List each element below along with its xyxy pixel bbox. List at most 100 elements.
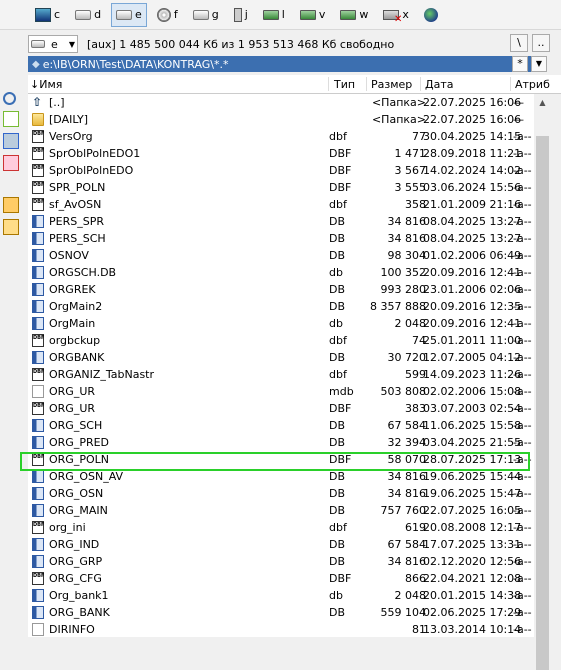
file-name: ORG_OSN bbox=[49, 487, 104, 500]
archive-icon[interactable] bbox=[3, 197, 19, 213]
file-row[interactable]: DBF orgbckup dbf 74 25.01.2011 11:00 -a-- bbox=[28, 332, 534, 349]
drive-letter: x bbox=[402, 8, 409, 21]
file-date: 13.03.2014 10:14 bbox=[423, 623, 522, 636]
file-type: db bbox=[329, 589, 343, 602]
file-row[interactable]: PERS_SPR DB 34 816 08.04.2025 13:27 -a-- bbox=[28, 213, 534, 230]
file-row[interactable]: ORG_GRP DB 34 816 02.12.2020 12:56 -a-- bbox=[28, 553, 534, 570]
file-row[interactable]: DBF SprOblPolnEDO DBF 3 567 14.02.2024 14:02… bbox=[28, 162, 534, 179]
file-row[interactable]: ORG_OSN DB 34 816 19.06.2025 15:47 -a-- bbox=[28, 485, 534, 502]
db-file-icon bbox=[32, 606, 44, 619]
parent-dir-button[interactable]: .. bbox=[532, 34, 550, 52]
file-row[interactable]: DBF ORGANIZ_TabNastr dbf 599 14.09.2023 11:2… bbox=[28, 366, 534, 383]
file-row[interactable]: ORG_MAIN DB 757 760 22.07.2025 16:05 -a-- bbox=[28, 502, 534, 519]
scrollbar-thumb[interactable] bbox=[536, 136, 549, 670]
file-row[interactable]: DBF VersOrg dbf 77 30.04.2025 14:15 -a-- bbox=[28, 128, 534, 145]
drive-button-v[interactable]: v bbox=[295, 3, 331, 27]
drive-button-d[interactable]: d bbox=[70, 3, 106, 27]
file-attr: -a-- bbox=[513, 317, 532, 330]
drive-letter: e bbox=[135, 8, 142, 21]
column-attr[interactable]: Атриб bbox=[515, 78, 550, 91]
drive-button-x[interactable]: x bbox=[378, 3, 414, 27]
drive-letter: v bbox=[318, 8, 326, 21]
file-row[interactable]: DBF ORG_CFG DBF 866 22.04.2021 12:08 -a-- bbox=[28, 570, 534, 587]
new-folder-icon[interactable] bbox=[3, 219, 19, 235]
file-row[interactable]: Org_bank1 db 2 048 20.01.2015 14:38 -a-- bbox=[28, 587, 534, 604]
file-attr: -a-- bbox=[513, 419, 532, 432]
file-type: DBF bbox=[329, 164, 352, 177]
dbf-file-icon: DBF bbox=[32, 147, 44, 160]
file-date: 03.04.2025 21:55 bbox=[423, 436, 522, 449]
hdd-icon bbox=[75, 9, 92, 20]
drive-button-network[interactable] bbox=[419, 3, 446, 27]
drive-button-c[interactable]: c bbox=[30, 3, 65, 27]
file-row[interactable]: ORG_BANK DB 559 104 02.06.2025 17:29 -a-- bbox=[28, 604, 534, 621]
column-date[interactable]: Дата bbox=[425, 78, 453, 91]
search-icon[interactable] bbox=[3, 92, 16, 105]
drive-button-l[interactable]: l bbox=[258, 3, 290, 27]
file-row[interactable]: PERS_SCH DB 34 816 08.04.2025 13:27 -a-- bbox=[28, 230, 534, 247]
drive-select[interactable]: e ▼ bbox=[28, 35, 78, 53]
file-row[interactable]: OrgMain2 DB 8 357 888 20.09.2016 12:35 -a-- bbox=[28, 298, 534, 315]
drive-button-w[interactable]: w bbox=[335, 3, 373, 27]
file-type: DBF bbox=[329, 572, 352, 585]
dbf-file-icon: DBF bbox=[32, 164, 44, 177]
file-row[interactable]: ORG_PRED DB 32 394 03.04.2025 21:55 -a-- bbox=[28, 434, 534, 451]
file-row[interactable]: ⇧ [..] <Папка> 22.07.2025 16:06— bbox=[28, 94, 534, 111]
file-row[interactable]: OSNOV DB 98 304 01.02.2006 06:49 -a-- bbox=[28, 247, 534, 264]
copy-icon[interactable] bbox=[3, 133, 19, 149]
file-row[interactable]: ORGSCH.DB db 100 352 20.09.2016 12:41 -a-- bbox=[28, 264, 534, 281]
file-row[interactable]: ORGBANK DB 30 720 12.07.2005 04:12 -a-- bbox=[28, 349, 534, 366]
drive-button-j[interactable]: j bbox=[229, 3, 253, 27]
root-button[interactable]: \ bbox=[510, 34, 528, 52]
drive-info-row: e ▼ [aux] 1 485 500 044 Кб из 1 953 513 … bbox=[28, 34, 561, 54]
file-row[interactable]: DBF ORG_UR DBF 383 03.07.2003 02:54 -a-- bbox=[28, 400, 534, 417]
file-attr: -a-- bbox=[513, 555, 532, 568]
db-file-icon bbox=[32, 419, 44, 432]
file-row[interactable]: ORG_OSN_AV DB 34 816 19.06.2025 15:44 -a-- bbox=[28, 468, 534, 485]
file-attr: -a-- bbox=[513, 300, 532, 313]
drive-button-f[interactable]: f bbox=[152, 3, 183, 27]
hdd-icon bbox=[116, 9, 133, 20]
file-date: 28.09.2018 11:21 bbox=[423, 147, 522, 160]
filter-button[interactable]: * bbox=[512, 56, 528, 72]
file-size: 98 304 bbox=[387, 249, 427, 262]
file-type: DB bbox=[329, 419, 346, 432]
dbf-file-icon: DBF bbox=[32, 402, 44, 415]
copy-remote-icon[interactable] bbox=[3, 155, 19, 171]
view-icon[interactable] bbox=[3, 111, 19, 127]
file-row[interactable]: DIRINFO 81 13.03.2014 10:14 -a-- bbox=[28, 621, 534, 637]
file-name: ORG_BANK bbox=[49, 606, 110, 619]
file-row[interactable]: DBF org_ini dbf 619 20.08.2008 12:17 -a-- bbox=[28, 519, 534, 536]
file-row[interactable]: DBF SPR_POLN DBF 3 555 03.06.2024 15:56 -a-- bbox=[28, 179, 534, 196]
file-name: PERS_SPR bbox=[49, 215, 104, 228]
file-row[interactable]: ORG_SCH DB 67 584 11.06.2025 15:58 -a-- bbox=[28, 417, 534, 434]
file-row[interactable]: ORG_UR mdb 503 808 02.02.2006 15:08 -a-- bbox=[28, 383, 534, 400]
column-type[interactable]: Тип bbox=[334, 78, 355, 91]
drive-button-g[interactable]: g bbox=[188, 3, 224, 27]
file-row[interactable]: [DAILY] <Папка> 22.07.2025 16:06— bbox=[28, 111, 534, 128]
file-row[interactable]: DBF SprOblPolnEDO1 DBF 1 471 28.09.2018 11:2… bbox=[28, 145, 534, 162]
file-attr: -a-- bbox=[513, 453, 532, 466]
file-row[interactable]: DBF sf_AvOSN dbf 358 21.01.2009 21:16 -a-- bbox=[28, 196, 534, 213]
file-attr: -a-- bbox=[513, 606, 532, 619]
folder-icon bbox=[32, 113, 44, 126]
file-type: DB bbox=[329, 470, 346, 483]
path-bar[interactable]: ◆ e:\IB\ORN\Test\DATA\KONTRAG\*.* bbox=[28, 56, 533, 72]
file-size: 67 584 bbox=[387, 538, 427, 551]
vertical-scrollbar[interactable]: ▲ bbox=[534, 94, 551, 670]
history-button[interactable]: ▼ bbox=[531, 56, 547, 72]
file-row[interactable]: DBF ORG_POLN DBF 58 070 28.07.2025 17:13 -a-- bbox=[28, 451, 534, 468]
file-row[interactable]: ORGREK DB 993 280 23.01.2006 02:06 -a-- bbox=[28, 281, 534, 298]
column-name[interactable]: ↓Имя bbox=[30, 78, 62, 91]
file-row[interactable]: OrgMain db 2 048 20.09.2016 12:41 -a-- bbox=[28, 315, 534, 332]
file-attr: -a-- bbox=[513, 130, 532, 143]
network-drive-disconnected-icon bbox=[383, 9, 402, 25]
file-attr: -a-- bbox=[513, 249, 532, 262]
file-row[interactable]: ORG_IND DB 67 584 17.07.2025 13:31 -a-- bbox=[28, 536, 534, 553]
file-date: 30.04.2025 14:15 bbox=[423, 130, 522, 143]
file-type: DB bbox=[329, 555, 346, 568]
file-attr: -a-- bbox=[513, 147, 532, 160]
scroll-up-icon[interactable]: ▲ bbox=[534, 94, 551, 111]
drive-button-e[interactable]: e bbox=[111, 2, 147, 27]
column-size[interactable]: Размер bbox=[371, 78, 412, 91]
